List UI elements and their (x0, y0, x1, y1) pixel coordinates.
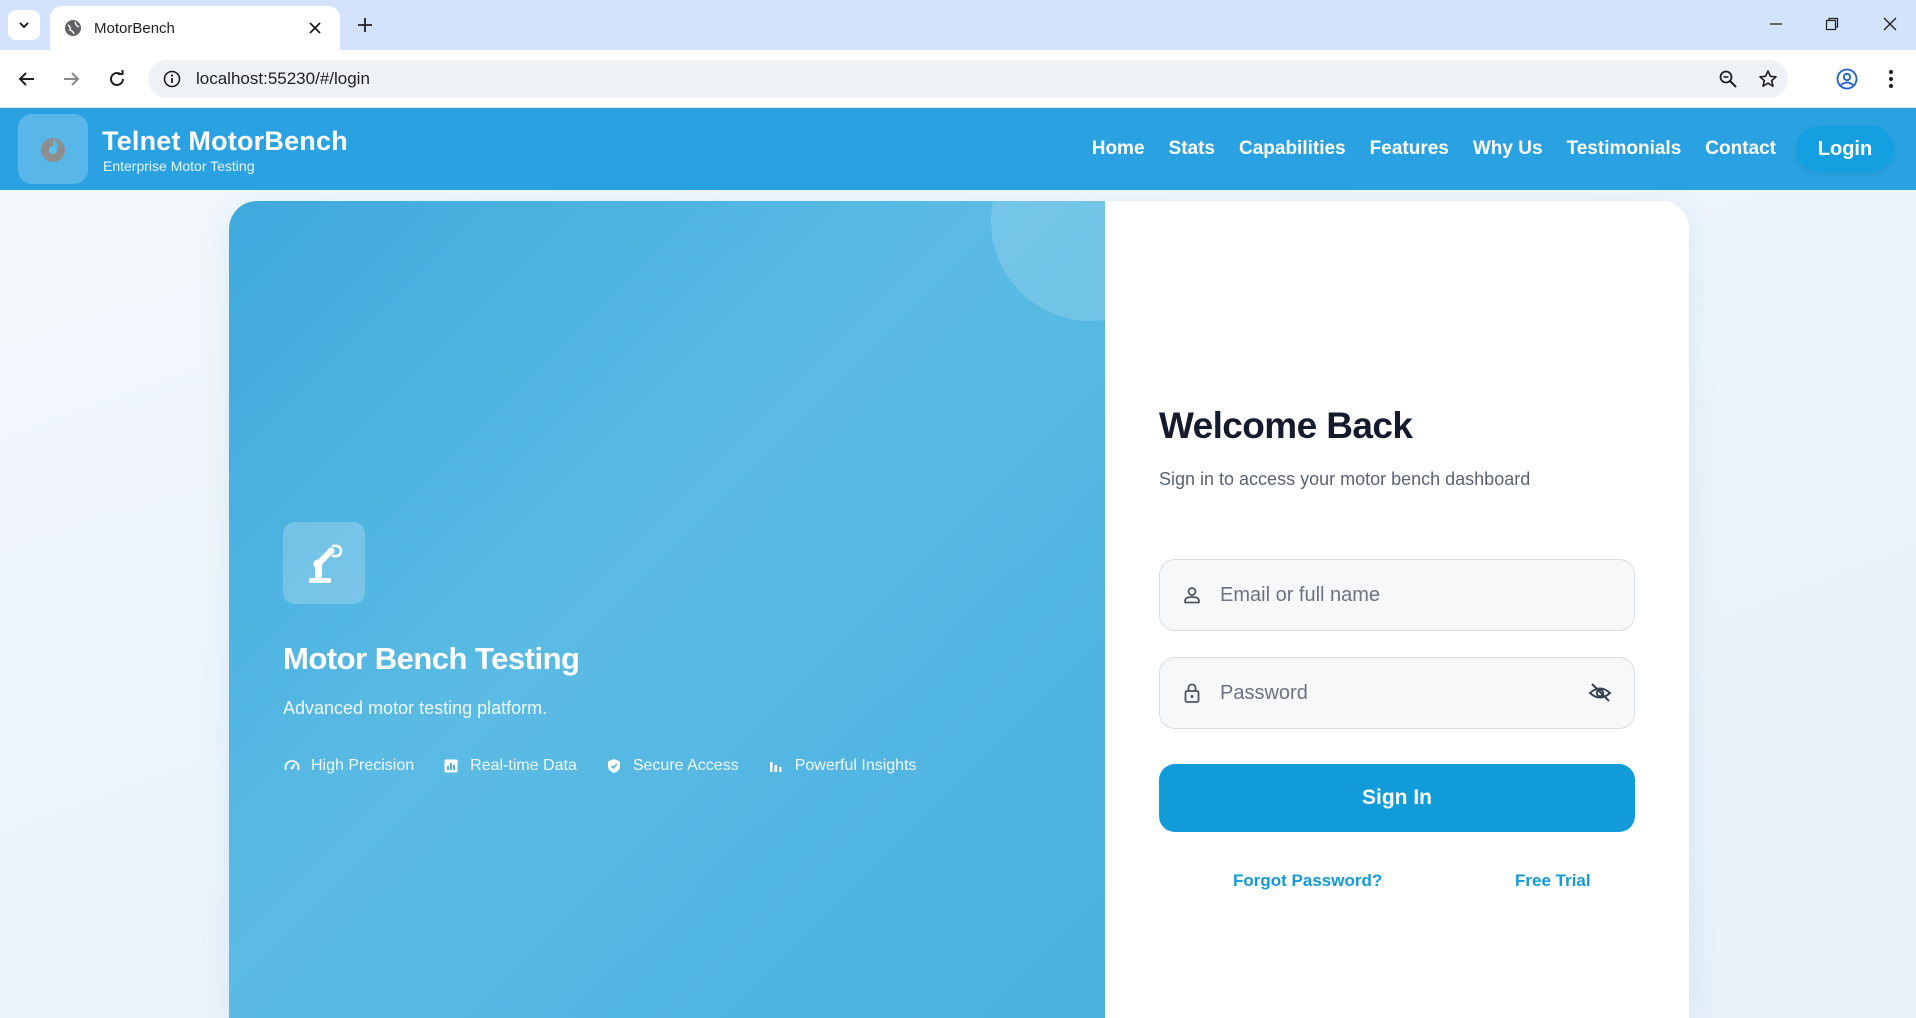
decorative-circle (991, 201, 1105, 321)
hero-panel: Motor Bench Testing Advanced motor testi… (229, 201, 1105, 1018)
nav-why-us[interactable]: Why Us (1473, 138, 1543, 160)
robot-arm-icon (283, 522, 365, 604)
hero-subtitle: Advanced motor testing platform. (283, 698, 548, 718)
password-input[interactable] (1220, 658, 1584, 728)
nav-testimonials[interactable]: Testimonials (1567, 138, 1682, 160)
form-title: Welcome Back (1159, 405, 1413, 446)
password-field[interactable] (1159, 657, 1635, 729)
chevron-down-icon (19, 22, 29, 29)
reload-icon (110, 70, 124, 86)
feature-label: Powerful Insights (794, 757, 917, 774)
feature-label: High Precision (311, 757, 415, 774)
login-card: Motor Bench Testing Advanced motor testi… (229, 201, 1689, 1018)
logo-icon (41, 138, 65, 162)
nav-home[interactable]: Home (1092, 138, 1145, 160)
email-input[interactable] (1220, 560, 1634, 630)
info-icon[interactable] (152, 60, 192, 98)
hero-feature-list: High Precision Real-time Data Secure Acc… (283, 757, 945, 775)
brand-title[interactable]: Telnet MotorBench (102, 126, 348, 157)
nav-capabilities[interactable]: Capabilities (1239, 138, 1346, 160)
email-field[interactable] (1159, 559, 1635, 631)
zoom-icon[interactable] (1708, 60, 1748, 98)
user-icon (1180, 583, 1204, 607)
close-icon[interactable] (304, 17, 326, 39)
arrow-left-icon (18, 72, 34, 86)
feature-real-time-data: Real-time Data (442, 757, 577, 775)
login-form-panel: Welcome Back Sign in to access your moto… (1105, 201, 1689, 1018)
bookmark-star-icon[interactable] (1748, 60, 1788, 98)
lock-icon (1180, 681, 1204, 705)
gauge-icon (283, 757, 301, 775)
nav-features[interactable]: Features (1370, 138, 1449, 160)
eye-off-icon[interactable] (1584, 677, 1616, 709)
nav-stats[interactable]: Stats (1169, 138, 1215, 160)
hero-title: Motor Bench Testing (283, 641, 580, 676)
more-menu-icon[interactable] (1876, 64, 1906, 94)
restore-icon (1825, 17, 1839, 31)
plus-icon (358, 18, 372, 32)
forgot-password-link[interactable]: Forgot Password? (1233, 871, 1382, 891)
minimize-button[interactable] (1758, 10, 1794, 38)
profile-icon[interactable] (1832, 64, 1862, 94)
login-button[interactable]: Login (1796, 126, 1894, 172)
browser-toolbar: localhost:55230/#/login (0, 50, 1916, 108)
tab-title: MotorBench (94, 19, 175, 37)
nav-contact[interactable]: Contact (1705, 138, 1776, 160)
main-nav: Home Stats Capabilities Features Why Us … (1068, 108, 1776, 190)
sign-in-button[interactable]: Sign In (1159, 764, 1635, 832)
brand-subtitle: Enterprise Motor Testing (103, 158, 255, 174)
browser-tab-active[interactable]: MotorBench (50, 6, 340, 50)
tab-list-button[interactable] (8, 10, 40, 40)
arrow-right-icon (64, 72, 80, 86)
brand-logo[interactable] (18, 114, 88, 184)
feature-label: Real-time Data (470, 757, 577, 774)
browser-tab-strip: MotorBench (0, 0, 1916, 50)
address-bar[interactable]: localhost:55230/#/login (148, 60, 1788, 98)
feature-secure-access: Secure Access (605, 757, 739, 775)
chart-icon (442, 757, 460, 775)
url-text[interactable]: localhost:55230/#/login (196, 69, 1708, 89)
site-header: Telnet MotorBench Enterprise Motor Testi… (0, 108, 1916, 190)
back-button[interactable] (12, 64, 42, 94)
feature-powerful-insights: Powerful Insights (767, 757, 917, 775)
feature-high-precision: High Precision (283, 757, 414, 775)
globe-icon (64, 19, 82, 37)
forward-button[interactable] (56, 64, 86, 94)
minimize-icon (1770, 23, 1782, 25)
shield-icon (605, 757, 623, 775)
restore-button[interactable] (1814, 10, 1850, 38)
free-trial-link[interactable]: Free Trial (1515, 871, 1591, 891)
bars-icon (767, 757, 785, 775)
form-subtitle: Sign in to access your motor bench dashb… (1159, 469, 1531, 489)
close-icon (1883, 17, 1897, 31)
feature-label: Secure Access (632, 757, 739, 774)
reload-button[interactable] (102, 64, 132, 94)
new-tab-button[interactable] (352, 12, 378, 38)
close-window-button[interactable] (1872, 10, 1908, 38)
